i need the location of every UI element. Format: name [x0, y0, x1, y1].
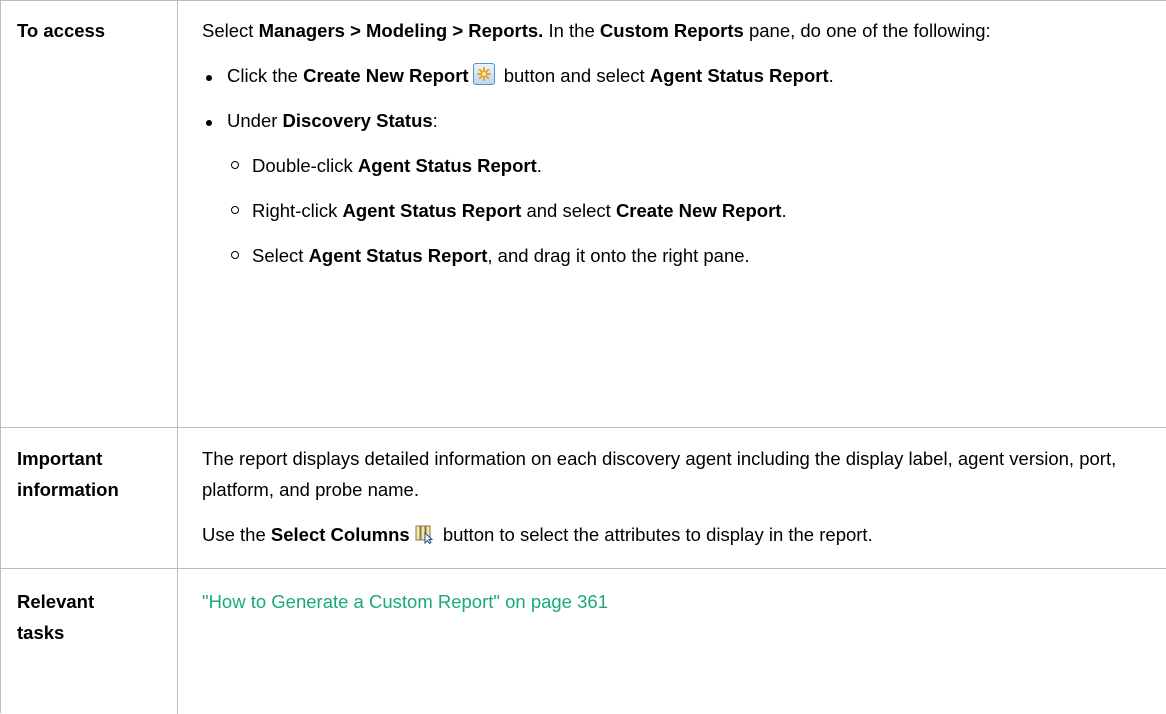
- content-relevant-tasks: "How to Generate a Custom Report" on pag…: [178, 569, 1166, 714]
- custom-report-link[interactable]: "How to Generate a Custom Report" on pag…: [202, 591, 608, 612]
- report-name: Agent Status Report: [649, 65, 829, 86]
- list-item: Under Discovery Status: Double-click Age…: [202, 105, 1150, 271]
- text: In the: [543, 20, 600, 41]
- folder-name: Discovery Status: [282, 110, 433, 131]
- text: and select: [521, 200, 616, 221]
- label-to-access: To access: [1, 1, 178, 427]
- report-name: Agent Status Report: [357, 155, 537, 176]
- text: .: [536, 155, 542, 176]
- report-name: Agent Status Report: [308, 245, 488, 266]
- select-columns-icon: [414, 522, 434, 545]
- menu-item-name: Create New Report: [615, 200, 782, 221]
- content-to-access: Select Managers > Modeling > Reports. In…: [178, 1, 1166, 427]
- row-relevant-tasks: Relevant tasks "How to Generate a Custom …: [1, 569, 1166, 714]
- reference-table: To access Select Managers > Modeling > R…: [0, 0, 1166, 714]
- info-paragraph: The report displays detailed information…: [202, 448, 1117, 500]
- text: , and drag it onto the right pane.: [487, 245, 750, 266]
- label-line: tasks: [17, 622, 65, 643]
- label-relevant-tasks: Relevant tasks: [1, 569, 178, 714]
- button-name: Create New Report: [303, 65, 469, 86]
- text: pane, do one of the following:: [743, 20, 991, 41]
- menu-path: Managers > Modeling > Reports.: [258, 20, 544, 41]
- text: Double-click: [252, 155, 358, 176]
- row-important-information: Important information The report displays…: [1, 428, 1166, 569]
- text: button and select: [498, 65, 650, 86]
- text: Right-click: [252, 200, 343, 221]
- sub-options: Double-click Agent Status Report. Right-…: [227, 150, 1150, 271]
- sub-list-item: Double-click Agent Status Report.: [227, 150, 1150, 181]
- button-name: Select Columns: [270, 524, 410, 545]
- text: Click the: [227, 65, 304, 86]
- pane-name: Custom Reports: [599, 20, 744, 41]
- label-line: Important: [17, 448, 103, 469]
- text: :: [432, 110, 438, 131]
- text: Select: [252, 245, 309, 266]
- text: button to select the attributes to displ…: [437, 524, 873, 545]
- info-paragraph: Use the Select Columns button to select …: [202, 519, 1150, 550]
- content-important-information: The report displays detailed information…: [178, 428, 1166, 568]
- text: Select: [202, 20, 259, 41]
- text: .: [828, 65, 834, 86]
- label-line: information: [17, 479, 119, 500]
- text: Under: [227, 110, 283, 131]
- text: Use the: [202, 524, 271, 545]
- label-line: Relevant: [17, 591, 95, 612]
- access-intro: Select Managers > Modeling > Reports. In…: [202, 15, 1150, 46]
- text: .: [781, 200, 787, 221]
- report-name: Agent Status Report: [342, 200, 522, 221]
- list-item: Click the Create New Report button and s…: [202, 60, 1150, 91]
- create-new-report-icon: [472, 63, 495, 85]
- row-to-access: To access Select Managers > Modeling > R…: [1, 1, 1166, 428]
- access-options: Click the Create New Report button and s…: [202, 60, 1150, 271]
- label-important-information: Important information: [1, 428, 178, 568]
- sub-list-item: Select Agent Status Report, and drag it …: [227, 240, 1150, 271]
- sub-list-item: Right-click Agent Status Report and sele…: [227, 195, 1150, 226]
